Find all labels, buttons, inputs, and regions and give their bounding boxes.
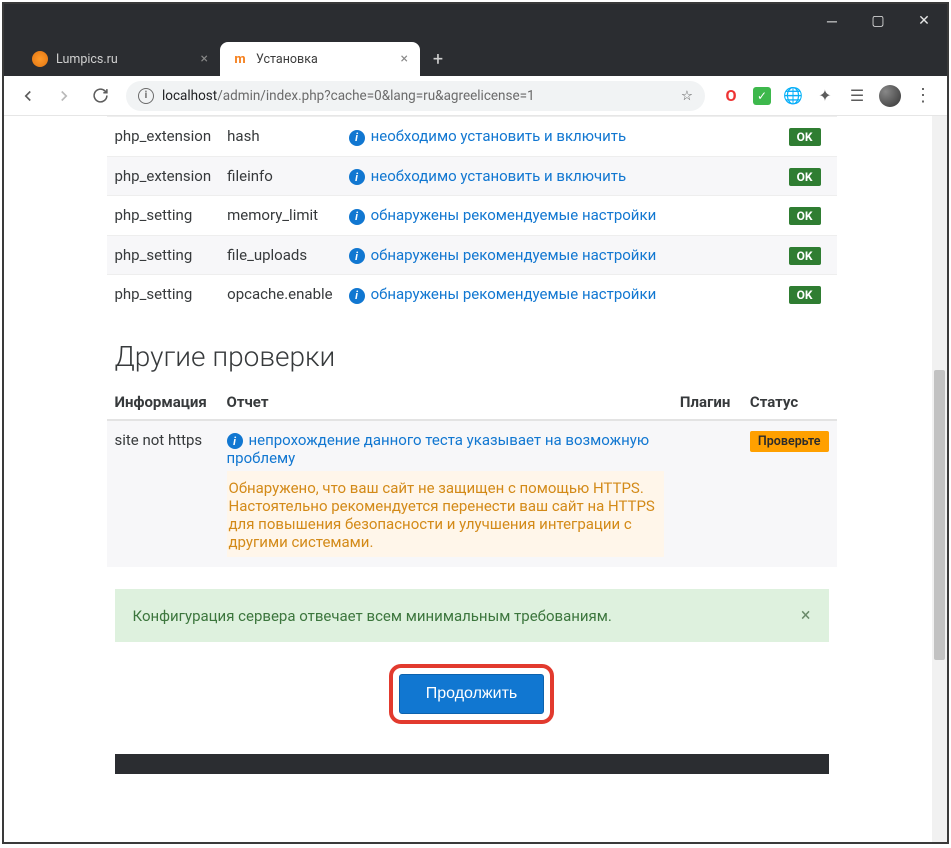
info-icon[interactable]: i (349, 248, 365, 264)
col-status-header: Статус (742, 385, 837, 420)
scrollbar[interactable] (932, 116, 947, 842)
extension-opera-icon[interactable]: O (721, 86, 741, 106)
check-name: php_extension (107, 117, 220, 157)
col-report-header: Отчет (219, 385, 672, 420)
url-text: localhost/admin/index.php?cache=0&lang=r… (162, 88, 535, 104)
extension-check-icon[interactable]: ✓ (753, 87, 771, 105)
report-link[interactable]: обнаружены рекомендуемые настройки (371, 246, 657, 264)
highlight-box: Продолжить (389, 664, 554, 724)
check-info: file_uploads (219, 235, 340, 275)
server-checks-table: php_extension hash i необходимо установит… (107, 116, 837, 314)
table-row: php_setting opcache.enable i обнаружены р… (107, 275, 837, 314)
extension-globe-icon[interactable]: 🌐 (783, 86, 803, 106)
success-alert: Конфигурация сервера отвечает всем миним… (115, 589, 829, 642)
table-row: site not https iнепрохождение данного те… (107, 420, 837, 568)
status-badge: OK (789, 286, 821, 304)
report-link[interactable]: непрохождение данного теста указывает на… (227, 431, 650, 468)
warning-text: Обнаружено, что ваш сайт не защищен с по… (227, 471, 664, 557)
tab-title: Lumpics.ru (56, 52, 118, 67)
dismiss-alert-icon[interactable]: × (801, 605, 811, 626)
reading-list-icon[interactable]: ☰ (847, 86, 867, 106)
favicon-lumpics-icon (32, 51, 48, 67)
extensions-button-icon[interactable]: ✦ (815, 86, 835, 106)
menu-dots-icon[interactable]: ⋮ (913, 86, 933, 106)
forward-button[interactable] (48, 80, 80, 112)
check-info: opcache.enable (219, 275, 340, 314)
status-badge: OK (789, 168, 821, 186)
close-window-button[interactable]: ✕ (901, 4, 947, 38)
tab-lumpics[interactable]: Lumpics.ru × (20, 42, 220, 76)
col-plugin-header: Плагин (672, 385, 742, 420)
table-row: php_setting file_uploads i обнаружены рек… (107, 235, 837, 275)
bookmark-star-icon[interactable]: ☆ (681, 88, 693, 104)
check-info: memory_limit (219, 196, 340, 236)
check-info: hash (219, 117, 340, 157)
page-viewport: php_extension hash i необходимо установит… (4, 116, 947, 842)
plugin-cell (672, 420, 742, 568)
back-button[interactable] (12, 80, 44, 112)
report-link[interactable]: необходимо установить и включить (371, 167, 627, 185)
check-name: php_setting (107, 275, 220, 314)
continue-button[interactable]: Продолжить (399, 674, 544, 714)
tab-install[interactable]: m Установка × (220, 42, 420, 76)
col-info-header: Информация (107, 385, 219, 420)
favicon-moodle-icon: m (232, 51, 248, 67)
status-badge: OK (789, 128, 821, 146)
report-link[interactable]: необходимо установить и включить (371, 127, 627, 145)
close-tab-icon[interactable]: × (201, 51, 208, 67)
info-icon[interactable]: i (349, 288, 365, 304)
info-icon[interactable]: i (349, 209, 365, 225)
page-footer (115, 754, 829, 774)
check-info: site not https (107, 420, 219, 568)
check-name: php_extension (107, 156, 220, 196)
maximize-button[interactable]: ▢ (855, 4, 901, 38)
browser-toolbar: i localhost/admin/index.php?cache=0&lang… (4, 76, 947, 116)
table-row: php_extension fileinfo i необходимо устан… (107, 156, 837, 196)
status-badge: OK (789, 207, 821, 225)
info-icon[interactable]: i (349, 169, 365, 185)
table-row: php_extension hash i необходимо установит… (107, 117, 837, 157)
check-name: php_setting (107, 196, 220, 236)
scrollbar-thumb[interactable] (934, 370, 945, 660)
site-info-icon[interactable]: i (138, 88, 154, 104)
check-info: fileinfo (219, 156, 340, 196)
info-icon[interactable]: i (227, 433, 243, 449)
report-link[interactable]: обнаружены рекомендуемые настройки (371, 206, 657, 224)
profile-avatar[interactable] (879, 85, 901, 107)
address-bar[interactable]: i localhost/admin/index.php?cache=0&lang… (126, 81, 705, 111)
alert-text: Конфигурация сервера отвечает всем миним… (133, 607, 612, 625)
status-badge: Проверьте (750, 431, 829, 452)
info-icon[interactable]: i (349, 130, 365, 146)
close-tab-icon[interactable]: × (401, 51, 408, 67)
other-checks-heading: Другие проверки (115, 340, 837, 373)
tab-title: Установка (256, 52, 318, 67)
reload-button[interactable] (84, 80, 116, 112)
table-row: php_setting memory_limit i обнаружены рек… (107, 196, 837, 236)
new-tab-button[interactable]: + (424, 45, 452, 73)
check-name: php_setting (107, 235, 220, 275)
minimize-button[interactable]: ─ (809, 4, 855, 38)
status-badge: OK (789, 247, 821, 265)
other-checks-table: Информация Отчет Плагин Статус site not … (107, 385, 837, 568)
browser-titlebar: ─ ▢ ✕ Lumpics.ru × m Установка × + (4, 4, 947, 76)
report-link[interactable]: обнаружены рекомендуемые настройки (371, 285, 657, 303)
